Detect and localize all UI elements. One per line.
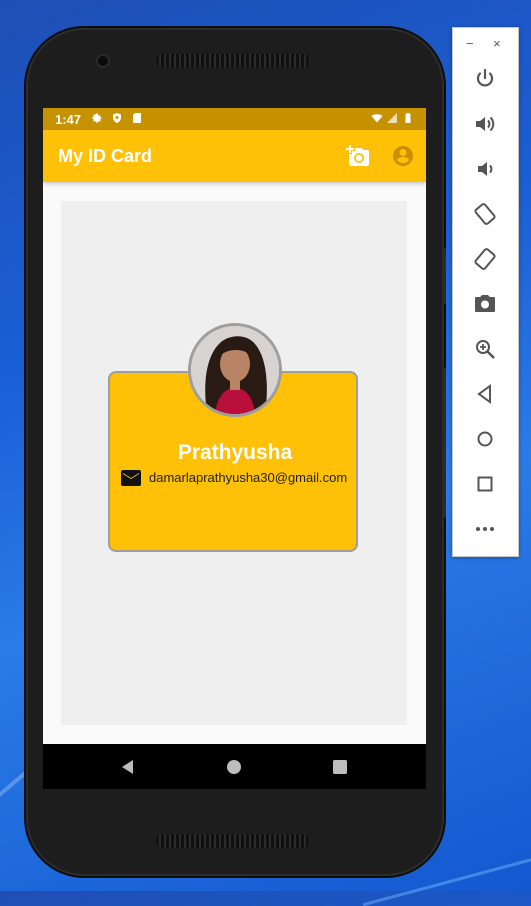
email-row: damarlaprathyusha30@gmail.com [121,468,357,488]
volume-up-icon[interactable] [473,112,497,136]
shield-icon [113,113,121,123]
back-icon[interactable] [473,382,497,406]
card-name: Prathyusha [177,441,293,464]
close-button[interactable]: × [493,36,501,51]
profile-avatar [188,323,282,417]
settings-icon [92,113,102,123]
nav-overview-icon[interactable] [331,758,349,776]
minimize-button[interactable]: − [466,36,474,51]
phone-frame: 1:47 My ID Card Prathyusha damarlaprathy… [26,28,446,876]
overview-icon[interactable] [473,472,497,496]
nav-back-icon[interactable] [119,758,137,776]
account-circle-icon[interactable] [391,144,415,168]
android-nav-bar [43,744,426,789]
camera-screenshot-icon[interactable] [473,292,497,316]
volume-down-icon[interactable] [473,157,497,181]
nav-home-icon[interactable] [225,758,243,776]
wifi-icon [371,114,383,123]
sd-card-icon [133,113,141,123]
bottom-speaker [156,834,310,848]
rotate-right-icon[interactable] [473,247,497,271]
app-bar: My ID Card [43,130,426,182]
phone-side-button [442,368,446,518]
home-icon[interactable] [473,427,497,451]
email-icon [121,470,141,486]
status-time: 1:47 [55,112,82,127]
app-title: My ID Card [58,146,153,166]
phone-screen: 1:47 My ID Card Prathyusha damarlaprathy… [43,108,426,789]
signal-icon [387,113,397,123]
power-icon[interactable] [473,67,497,91]
rotate-left-icon[interactable] [473,202,497,226]
top-speaker [156,54,310,68]
more-icon[interactable] [473,517,497,541]
card-container: Prathyusha damarlaprathyusha30@gmail.com [61,201,407,725]
card-email: damarlaprathyusha30@gmail.com [149,470,348,485]
phone-side-button [442,248,446,304]
zoom-icon[interactable] [473,337,497,361]
front-camera [98,56,108,66]
profile-photo [191,326,279,414]
add-a-photo-icon[interactable] [346,144,370,168]
status-bar: 1:47 [43,108,426,130]
battery-icon [405,113,411,123]
emulator-toolbar: − × [452,27,519,557]
